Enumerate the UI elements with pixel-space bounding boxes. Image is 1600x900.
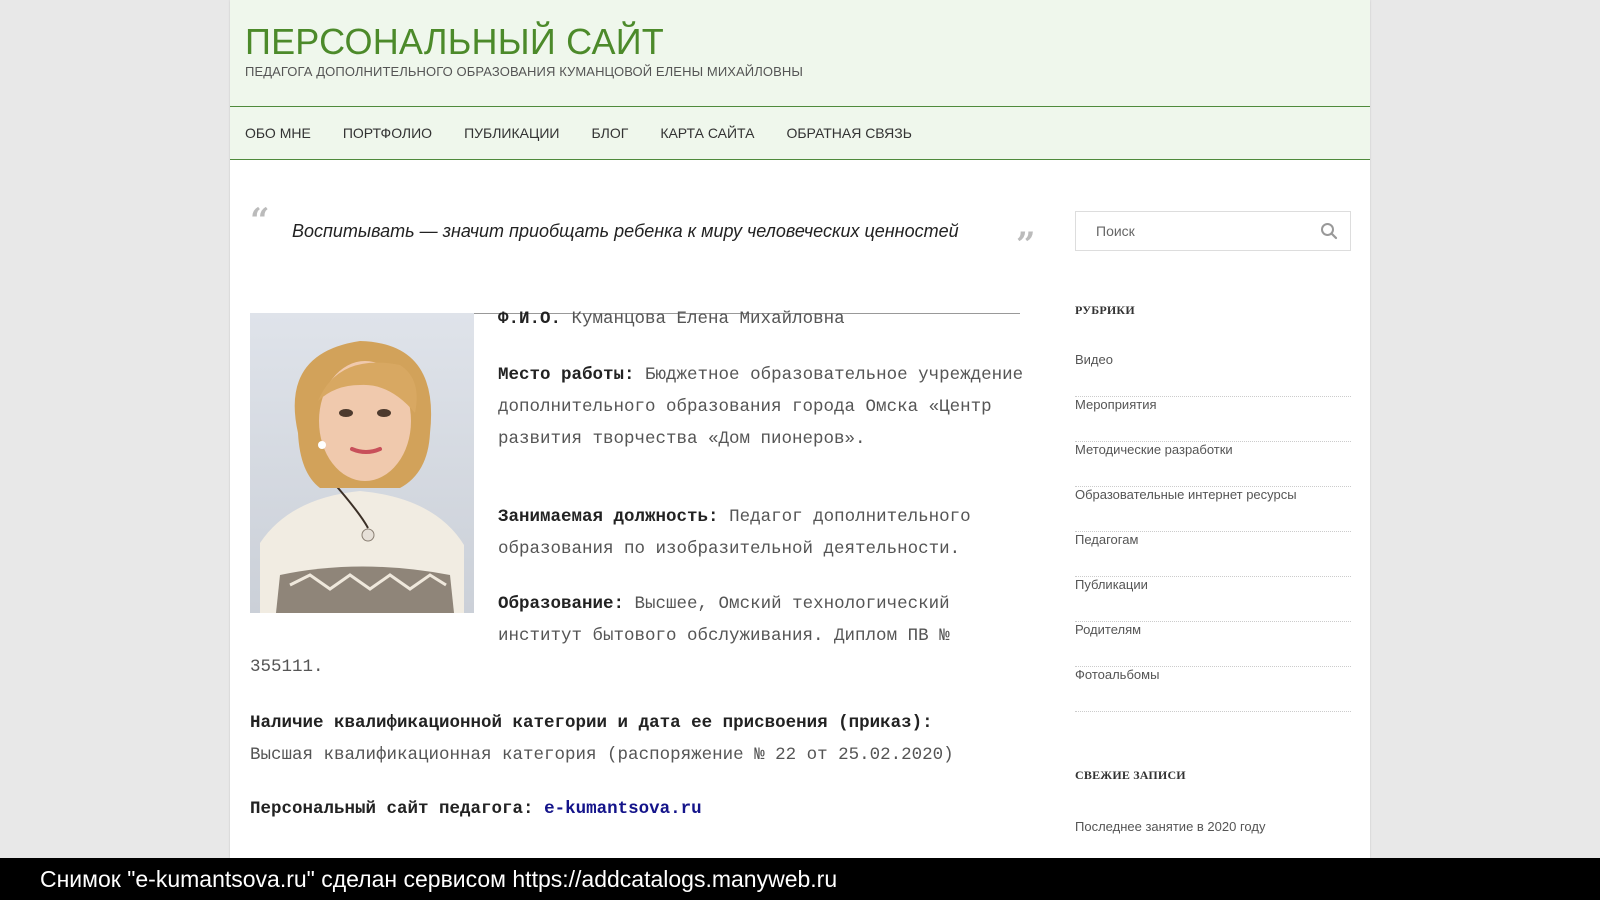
nav-item-portfolio[interactable]: ПОРТФОЛИО [343,125,432,141]
nav-item-about[interactable]: ОБО МНЕ [245,125,311,141]
category-label: Фотоальбомы [1075,667,1160,682]
site-header: ПЕРСОНАЛЬНЫЙ САЙТ ПЕДАГОГА ДОПОЛНИТЕЛЬНО… [230,0,1370,107]
personal-site-row: Персональный сайт педагога: e-kumantsova… [250,793,1050,825]
portrait-image [250,313,474,613]
category-item-parents[interactable]: Родителям [1075,622,1351,667]
personal-site-label: Персональный сайт педагога: [250,799,534,819]
sidebar: РУБРИКИ Видео Мероприятия Методические р… [1075,211,1351,858]
recent-posts-title: СВЕЖИЕ ЗАПИСИ [1075,768,1186,782]
teacher-photo [250,313,474,613]
work-label: Место работы: [498,365,635,385]
category-label: Мероприятия [1075,397,1157,412]
search-icon[interactable] [1320,222,1338,240]
blockquote: “ Воспитывать — значит приобщать ребенка… [250,201,1050,281]
education-value-continued: 355111. [250,657,324,677]
recent-posts-list: Последнее занятие в 2020 году [1075,819,1351,858]
fio-row: Ф.И.О. Куманцова Елена Михайловна [498,303,1038,335]
main-column: “ Воспитывать — значит приобщать ребенка… [250,201,1050,819]
category-item-publications[interactable]: Публикации [1075,577,1351,622]
position-row: Занимаемая должность: Педагог дополнител… [498,501,1038,565]
screenshot-caption-bar: Снимок "e-kumantsova.ru" сделан сервисом… [0,858,1600,900]
category-item-methods[interactable]: Методические разработки [1075,442,1351,487]
personal-site-link[interactable]: e-kumantsova.ru [544,799,702,819]
category-label: Видео [1075,352,1113,367]
position-label: Занимаемая должность: [498,507,719,527]
quote-close-icon: ” [1016,225,1036,265]
fio-value: Куманцова Елена Михайловна [571,309,845,329]
work-row: Место работы: Бюджетное образовательное … [498,359,1048,455]
categories-title: РУБРИКИ [1075,303,1135,317]
quote-text: Воспитывать — значит приобщать ребенка к… [292,221,959,241]
nav-item-publications[interactable]: ПУБЛИКАЦИИ [464,125,559,141]
category-label: Образовательные интернет ресурсы [1075,487,1297,502]
education-label: Образование: [498,594,625,614]
nav-item-blog[interactable]: БЛОГ [591,125,628,141]
categories-list: Видео Мероприятия Методические разработк… [1075,352,1351,712]
category-item-video[interactable]: Видео [1075,352,1351,397]
qualification-value: Высшая квалификационная категория (распо… [250,745,954,765]
page-container: ПЕРСОНАЛЬНЫЙ САЙТ ПЕДАГОГА ДОПОЛНИТЕЛЬНО… [230,0,1370,858]
quote-open-icon: “ [250,201,270,241]
recent-post-item[interactable]: Последнее занятие в 2020 году [1075,819,1351,858]
category-label: Публикации [1075,577,1148,592]
qualification-label: Наличие квалификационной категории и дат… [250,713,933,733]
category-label: Педагогам [1075,532,1139,547]
category-item-resources[interactable]: Образовательные интернет ресурсы [1075,487,1351,532]
category-label: Родителям [1075,622,1142,637]
category-item-events[interactable]: Мероприятия [1075,397,1351,442]
site-title[interactable]: ПЕРСОНАЛЬНЫЙ САЙТ [245,22,1355,62]
qualification-row: Наличие квалификационной категории и дат… [250,707,1050,771]
search-input[interactable] [1076,212,1296,250]
nav-item-sitemap[interactable]: КАРТА САЙТА [660,125,754,141]
nav-item-feedback[interactable]: ОБРАТНАЯ СВЯЗЬ [786,125,911,141]
site-description: ПЕДАГОГА ДОПОЛНИТЕЛЬНОГО ОБРАЗОВАНИЯ КУМ… [245,64,803,79]
category-item-teachers[interactable]: Педагогам [1075,532,1351,577]
fio-label: Ф.И.О. [498,309,562,329]
education-row: Образование: Высшее, Омский технологичес… [498,588,1038,652]
category-label: Методические разработки [1075,442,1233,457]
search-box [1075,211,1351,251]
education-row-continued: 355111. [250,651,550,683]
recent-post-label: Последнее занятие в 2020 году [1075,819,1266,834]
main-nav: ОБО МНЕ ПОРТФОЛИО ПУБЛИКАЦИИ БЛОГ КАРТА … [230,107,1370,160]
category-item-albums[interactable]: Фотоальбомы [1075,667,1351,712]
